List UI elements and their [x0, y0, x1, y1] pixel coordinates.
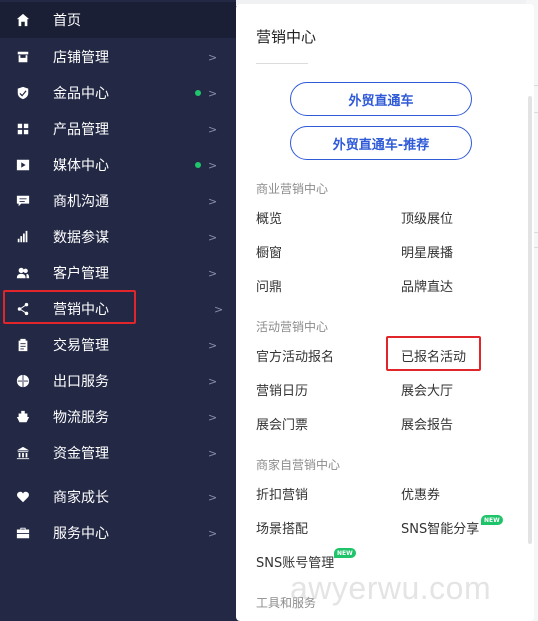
sidebar-item-label: 资金管理 — [53, 446, 109, 462]
section-heading-tools: 工具和服务 — [256, 596, 317, 610]
users-icon — [15, 265, 31, 281]
sidebar-item-label: 商机沟通 — [53, 194, 109, 210]
link-star-display[interactable]: 明星展播 — [401, 242, 453, 261]
section-heading-business: 商业营销中心 — [256, 182, 329, 196]
link-scene-matching[interactable]: 场景搭配 — [256, 518, 308, 537]
sidebar-item-8[interactable]: 营销中心 > — [0, 291, 236, 327]
sidebar-item-label: 数据参谋 — [53, 230, 109, 246]
sidebar-item-9[interactable]: 交易管理 > — [0, 327, 236, 363]
shield-icon — [15, 85, 31, 101]
status-dot — [195, 90, 201, 96]
chevron-right-icon: > — [208, 158, 218, 172]
sidebar-item-5[interactable]: 商机沟通 > — [0, 183, 236, 219]
link-brand-direct[interactable]: 品牌直达 — [401, 276, 453, 295]
sidebar-item-label: 服务中心 — [53, 526, 109, 542]
section-heading-self-marketing: 商家自营销中心 — [256, 458, 341, 472]
chevron-right-icon: > — [208, 490, 218, 504]
chevron-right-icon: > — [208, 446, 218, 460]
title-divider — [256, 63, 308, 64]
sidebar-item-14[interactable]: 服务中心 > — [0, 515, 236, 551]
chevron-right-icon: > — [208, 230, 218, 244]
panel-scrollbar[interactable] — [528, 96, 532, 544]
link-sns-smart-share[interactable]: SNS智能分享 — [401, 518, 479, 537]
bank-icon — [15, 445, 31, 461]
bar-chart-icon — [15, 229, 31, 245]
chevron-right-icon: > — [208, 338, 218, 352]
sidebar-item-1[interactable]: 店铺管理 > — [0, 39, 236, 75]
chevron-right-icon: > — [208, 86, 218, 100]
sidebar-item-4[interactable]: 媒体中心 > — [0, 147, 236, 183]
link-wending[interactable]: 问鼎 — [256, 276, 282, 295]
sidebar-item-7[interactable]: 客户管理 > — [0, 255, 236, 291]
link-official-activity-signup[interactable]: 官方活动报名 — [256, 346, 334, 365]
sidebar-item-6[interactable]: 数据参谋 > — [0, 219, 236, 255]
sidebar: 首页 店铺管理 > 金品中心 > 产品管理 > 媒体中心 > 商机沟通 > 数据参谋 > 客户管理 > 营销中… — [0, 0, 236, 621]
sidebar-item-2[interactable]: 金品中心 > — [0, 75, 236, 111]
chevron-right-icon: > — [208, 526, 218, 540]
chevron-right-icon: > — [208, 122, 218, 136]
sidebar-item-label: 店铺管理 — [53, 50, 109, 66]
trade-express-button[interactable]: 外贸直通车 — [290, 82, 472, 116]
sidebar-item-0[interactable]: 首页 — [0, 2, 236, 38]
home-icon — [15, 12, 31, 28]
link-exhibition-report[interactable]: 展会报告 — [401, 414, 453, 433]
new-badge: NEW — [481, 515, 503, 525]
link-registered-activities[interactable]: 已报名活动 — [401, 346, 466, 365]
sidebar-item-label: 物流服务 — [53, 410, 109, 426]
share-icon — [15, 301, 31, 317]
sidebar-item-label: 营销中心 — [53, 302, 109, 318]
chevron-right-icon: > — [208, 410, 218, 424]
sidebar-item-3[interactable]: 产品管理 > — [0, 111, 236, 147]
chevron-right-icon: > — [208, 50, 218, 64]
chevron-right-icon: > — [208, 374, 218, 388]
sidebar-item-label: 出口服务 — [53, 374, 109, 390]
globe-icon — [15, 373, 31, 389]
clipboard-icon — [15, 337, 31, 353]
link-sns-account-management[interactable]: SNS账号管理 — [256, 552, 334, 571]
sidebar-item-label: 媒体中心 — [53, 158, 109, 174]
store-icon — [15, 49, 31, 65]
sidebar-item-label: 商家成长 — [53, 490, 109, 506]
heart-icon — [15, 489, 31, 505]
link-exhibition-tickets[interactable]: 展会门票 — [256, 414, 308, 433]
briefcase-icon — [15, 525, 31, 541]
grid-icon — [15, 121, 31, 137]
sidebar-item-12[interactable]: 资金管理 > — [0, 435, 236, 471]
sidebar-item-10[interactable]: 出口服务 > — [0, 363, 236, 399]
marketing-flyout-panel: 营销中心 外贸直通车 外贸直通车-推荐 商业营销中心 概览 顶级展位 橱窗 明星… — [236, 4, 534, 621]
link-coupons[interactable]: 优惠券 — [401, 484, 440, 503]
sidebar-item-label: 交易管理 — [53, 338, 109, 354]
link-discount-marketing[interactable]: 折扣营销 — [256, 484, 308, 503]
sidebar-item-13[interactable]: 商家成长 > — [0, 479, 236, 515]
link-showcase[interactable]: 橱窗 — [256, 242, 282, 261]
link-marketing-calendar[interactable]: 营销日历 — [256, 380, 308, 399]
new-badge: NEW — [334, 548, 356, 558]
sidebar-item-label: 金品中心 — [53, 86, 109, 102]
sidebar-item-label: 首页 — [53, 13, 81, 29]
sidebar-item-label: 客户管理 — [53, 266, 109, 282]
chevron-right-icon: > — [214, 302, 224, 316]
chevron-right-icon: > — [208, 266, 218, 280]
sidebar-item-11[interactable]: 物流服务 > — [0, 399, 236, 435]
link-top-booth[interactable]: 顶级展位 — [401, 208, 453, 227]
chevron-right-icon: > — [208, 194, 218, 208]
chat-icon — [15, 193, 31, 209]
status-dot — [195, 162, 201, 168]
link-overview[interactable]: 概览 — [256, 208, 282, 227]
trade-express-recommend-button[interactable]: 外贸直通车-推荐 — [290, 126, 472, 160]
sidebar-item-label: 产品管理 — [53, 122, 109, 138]
ship-icon — [15, 409, 31, 425]
panel-title: 营销中心 — [256, 28, 317, 46]
media-icon — [15, 157, 31, 173]
section-heading-activity: 活动营销中心 — [256, 320, 329, 334]
link-exhibition-hall[interactable]: 展会大厅 — [401, 380, 453, 399]
